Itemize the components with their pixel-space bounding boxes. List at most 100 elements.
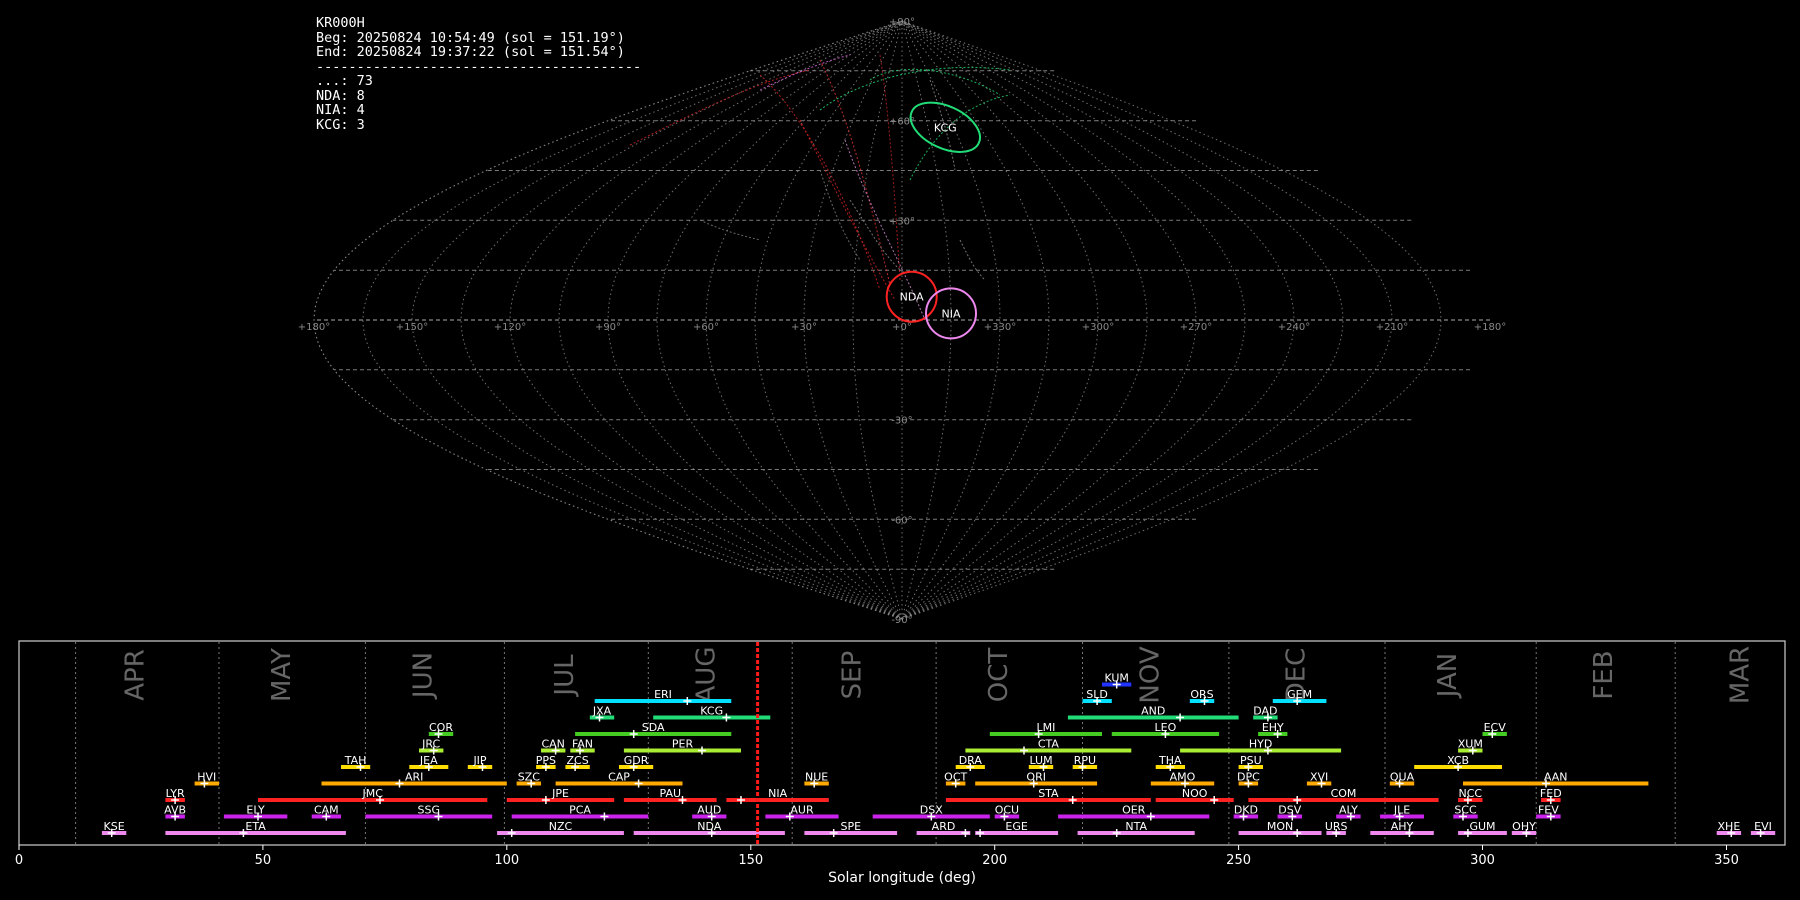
lon-tick-label: +180° xyxy=(298,322,330,333)
shower-code-label: JIP xyxy=(472,754,486,767)
shower-code-label: NZC xyxy=(549,820,573,833)
meteor-track xyxy=(799,119,896,301)
shower-dpc: DPC xyxy=(1237,771,1260,788)
shower-code-label: THA xyxy=(1158,754,1182,767)
meteor-track xyxy=(849,199,901,271)
shower-hvi: HVI xyxy=(194,771,219,788)
shower-code-label: SZC xyxy=(518,771,541,784)
shower-code-label: HVI xyxy=(197,771,216,784)
shower-code-label: SSG xyxy=(418,804,441,817)
shower-code-label: JMC xyxy=(361,787,383,800)
month-label: JAN xyxy=(1433,653,1463,699)
shower-dsv: DSV xyxy=(1277,804,1302,821)
shower-szc: SZC xyxy=(516,771,541,788)
shower-code-label: NCC xyxy=(1459,787,1483,800)
shower-code-label: LEO xyxy=(1155,721,1177,734)
lat-tick-label: -90° xyxy=(891,615,912,626)
x-tick-label: 300 xyxy=(1470,853,1495,868)
shower-code-label: PAU xyxy=(660,787,682,800)
shower-code-label: OER xyxy=(1122,804,1146,817)
shower-code-label: CAN xyxy=(541,738,564,751)
shower-fev: FEV xyxy=(1536,804,1561,821)
shower-code-label: EHY xyxy=(1262,721,1284,734)
lon-tick-label: +90° xyxy=(595,322,621,333)
shower-code-label: RPU xyxy=(1074,754,1096,767)
shower-code-label: AAN xyxy=(1544,771,1568,784)
shower-jxa: JXA xyxy=(589,705,615,722)
month-label: FEB xyxy=(1589,650,1619,699)
shower-code-label: GDR xyxy=(624,754,649,767)
lon-tick-label: +180° xyxy=(1474,322,1506,333)
shower-code-label: TAH xyxy=(344,754,367,767)
shower-code-label: DSV xyxy=(1278,804,1301,817)
shower-code-label: CAM xyxy=(314,804,339,817)
shower-code-label: ORI xyxy=(1026,771,1046,784)
shower-code-label: AVB xyxy=(164,804,186,817)
shower-code-label: NUE xyxy=(805,771,828,784)
shower-code-label: PCA xyxy=(569,804,591,817)
shower-code-label: ETA xyxy=(245,820,266,833)
shower-ehy: EHY xyxy=(1258,721,1288,738)
shower-cam: CAM xyxy=(311,804,341,821)
lat-tick-label: +90° xyxy=(889,17,915,28)
month-label: JUN xyxy=(408,652,438,700)
shower-code-label: ORS xyxy=(1190,688,1213,701)
shower-code-label: CAP xyxy=(608,771,630,784)
x-tick-label: 0 xyxy=(15,853,23,868)
shower-code-label: STA xyxy=(1038,787,1059,800)
shower-oct: OCT xyxy=(944,771,968,788)
sky-tick-labels: +180° +150° +120° +90° +60° +30° +0° +330° +300°… xyxy=(298,17,1506,626)
shower-code-label: XVI xyxy=(1310,771,1328,784)
shower-code-label: ARD xyxy=(932,820,956,833)
shower-code-label: ERI xyxy=(654,688,672,701)
shower-ocu: OCU xyxy=(994,804,1020,821)
shower-ncc: NCC xyxy=(1458,787,1483,804)
sky-map: +180° +150° +120° +90° +60° +30° +0° +330° +300°… xyxy=(298,17,1506,626)
shower-code-label: ECV xyxy=(1484,721,1507,734)
shower-psu: PSU xyxy=(1238,754,1263,771)
shower-dkd: DKD xyxy=(1233,804,1259,821)
shower-code-label: ALY xyxy=(1339,804,1358,817)
shower-tha: THA xyxy=(1155,754,1185,771)
shower-lum: LUM xyxy=(1028,754,1054,771)
shower-code-label: JLE xyxy=(1393,804,1410,817)
shower-xvi: XVI xyxy=(1306,771,1332,788)
shower-sld: SLD xyxy=(1082,688,1112,705)
shower-scc: SCC xyxy=(1453,804,1478,821)
shower-dra: DRA xyxy=(955,754,985,771)
shower-kse: KSE xyxy=(101,820,127,837)
shower-code-label: NIA xyxy=(768,787,787,800)
lon-tick-label: +60° xyxy=(693,322,719,333)
shower-code-label: PSU xyxy=(1240,754,1262,767)
month-label: OCT xyxy=(984,648,1014,703)
lon-tick-label: +150° xyxy=(396,322,428,333)
lon-tick-label: +270° xyxy=(1180,322,1212,333)
shower-urs: URS xyxy=(1325,820,1348,837)
shower-code-label: OCU xyxy=(995,804,1019,817)
meteor-tracks xyxy=(629,54,1011,321)
shower-code-label: JXA xyxy=(592,705,612,718)
x-tick-label: 100 xyxy=(494,853,519,868)
shower-code-label: OCT xyxy=(944,771,967,784)
shower-dad: DAD xyxy=(1253,705,1278,722)
shower-code-label: KCG xyxy=(700,705,723,718)
meteor-track xyxy=(879,54,901,281)
shower-ohy: OHY xyxy=(1511,820,1537,837)
shower-code-label: GUM xyxy=(1469,820,1495,833)
shower-aud: AUD xyxy=(692,804,727,821)
meteor-track xyxy=(959,239,986,281)
lon-tick-label: +300° xyxy=(1082,322,1114,333)
shower-code-label: SDA xyxy=(642,721,665,734)
shower-code-label: LYR xyxy=(166,787,185,800)
month-label: MAR xyxy=(1726,646,1756,704)
shower-code-label: KSE xyxy=(104,820,125,833)
shower-code-label: NOO xyxy=(1182,787,1208,800)
shower-code-label: XUM xyxy=(1458,738,1483,751)
shower-gdr: GDR xyxy=(619,754,654,771)
radiant-label: NIA xyxy=(942,307,961,320)
shower-avb: AVB xyxy=(164,804,186,821)
shower-code-label: DRA xyxy=(959,754,983,767)
shower-aly: ALY xyxy=(1336,804,1361,821)
shower-code-label: AHY xyxy=(1391,820,1414,833)
shower-evi: EVI xyxy=(1750,820,1776,837)
